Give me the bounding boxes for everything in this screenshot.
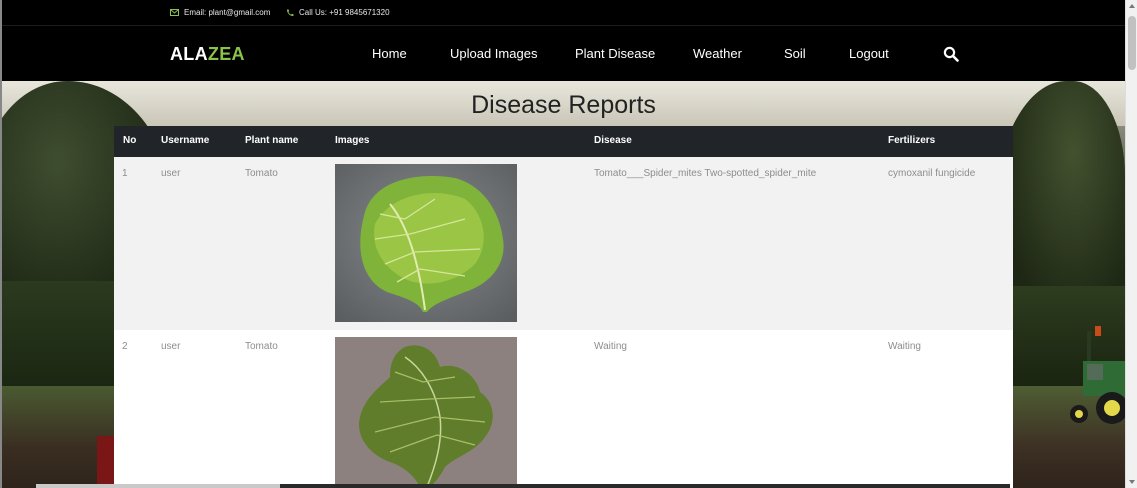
horizontal-scrollbar-track[interactable]: [280, 484, 1010, 488]
cell-disease: Tomato___Spider_mites Two-spotted_spider…: [594, 168, 817, 179]
leaf-image: [335, 164, 517, 322]
logo-part2: ZEA: [207, 44, 245, 64]
leaf-image: [335, 337, 517, 488]
phone-icon: [286, 9, 294, 16]
horizontal-scrollbar-thumb[interactable]: [36, 484, 280, 488]
cell-plant-name: Tomato: [245, 341, 278, 352]
disease-reports-table: No Username Plant name Images Disease Fe…: [114, 126, 1013, 488]
nav-soil[interactable]: Soil: [784, 46, 806, 61]
col-images: Images: [335, 135, 370, 146]
scroll-up-arrow-icon[interactable]: [1129, 4, 1135, 8]
tractor-graphic: [1070, 326, 1125, 424]
phone-contact[interactable]: Call Us: +91 9845671320: [286, 8, 390, 17]
cell-username: user: [161, 341, 181, 352]
vertical-scrollbar[interactable]: [1125, 0, 1137, 488]
col-username: Username: [161, 135, 210, 146]
page-title: Disease Reports: [471, 91, 656, 119]
cell-username: user: [161, 168, 181, 179]
main-navbar: ALAZEA Home Upload Images Plant Disease …: [2, 27, 1125, 81]
phone-text: Call Us: +91 9845671320: [299, 8, 390, 17]
nav-weather[interactable]: Weather: [693, 46, 742, 61]
cell-fertilizer: Waiting: [888, 341, 921, 352]
cell-plant-name: Tomato: [245, 168, 278, 179]
col-no: No: [123, 135, 137, 146]
table-row: 1 user Tomato Tomato___Spider_mites Two-…: [114, 157, 1013, 330]
cell-fertilizer: cymoxanil fungicide: [888, 168, 976, 179]
email-contact[interactable]: Email: plant@gmail.com: [170, 8, 270, 17]
nav-plant-disease[interactable]: Plant Disease: [575, 46, 655, 61]
search-icon[interactable]: [943, 46, 959, 62]
col-plant-name: Plant name: [245, 135, 299, 146]
site-logo[interactable]: ALAZEA: [170, 44, 245, 65]
table-row: 2 user Tomato Waiting Waiting: [114, 330, 1013, 488]
table-header: No Username Plant name Images Disease Fe…: [114, 126, 1013, 157]
cell-disease: Waiting: [594, 341, 627, 352]
cell-no: 1: [122, 168, 128, 179]
col-disease: Disease: [594, 135, 632, 146]
col-fertilizers: Fertilizers: [888, 135, 936, 146]
email-text: Email: plant@gmail.com: [184, 8, 271, 17]
top-contact-bar: Email: plant@gmail.com Call Us: +91 9845…: [2, 0, 1125, 26]
nav-logout[interactable]: Logout: [849, 46, 889, 61]
nav-home[interactable]: Home: [372, 46, 407, 61]
envelope-icon: [170, 9, 179, 16]
nav-upload-images[interactable]: Upload Images: [450, 46, 537, 61]
cell-no: 2: [122, 341, 128, 352]
scroll-down-arrow-icon[interactable]: [1129, 480, 1135, 484]
scrollbar-thumb[interactable]: [1128, 16, 1136, 70]
logo-part1: ALA: [170, 44, 208, 64]
